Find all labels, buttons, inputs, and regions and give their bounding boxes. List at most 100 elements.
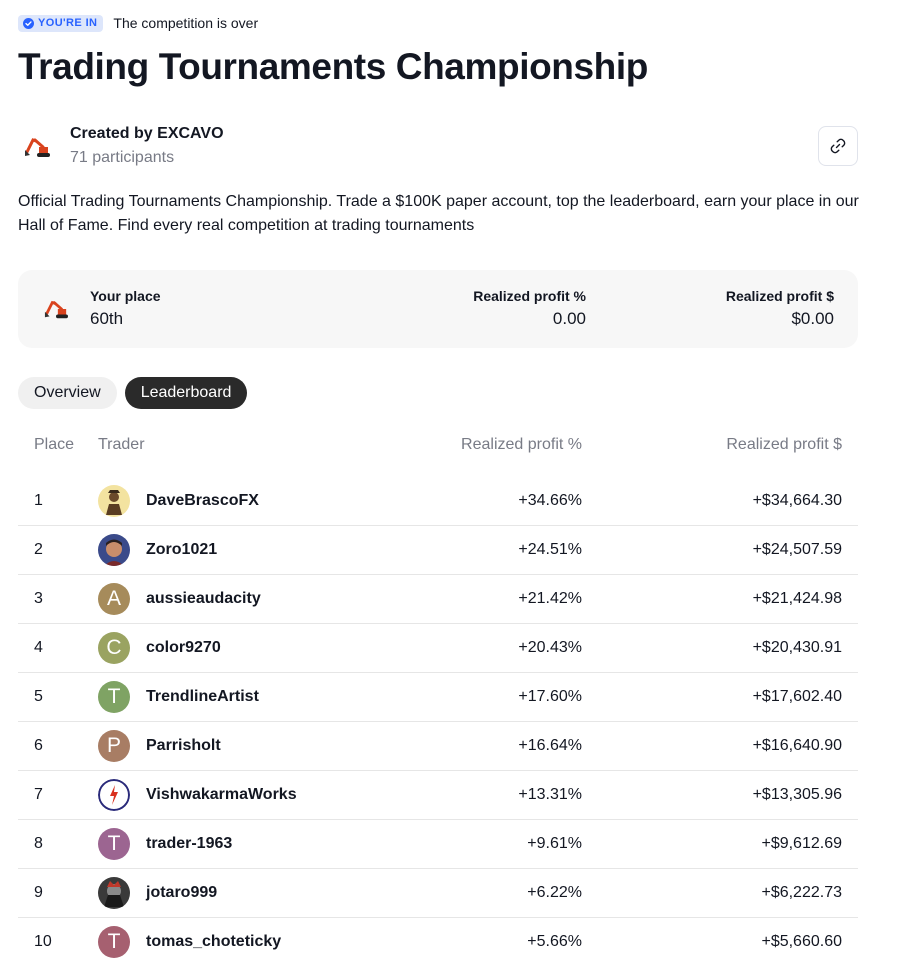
trader-name[interactable]: Zoro1021: [146, 541, 217, 559]
joined-badge: YOU'RE IN: [18, 14, 104, 32]
realized-profit-usd-cell: +$6,222.73: [761, 884, 842, 901]
copy-link-button[interactable]: [818, 126, 858, 166]
your-place-stat: Your place 60th: [90, 287, 161, 330]
place-cell: 3: [34, 590, 43, 607]
creator-name[interactable]: Created by EXCAVO: [70, 124, 224, 144]
place-cell: 10: [34, 933, 52, 950]
realized-profit-pct-cell: +16.64%: [518, 737, 582, 754]
table-body: 1 DaveBrascoFX +34.66% +$34,664.30 2 Zor…: [18, 477, 858, 964]
your-place-label: Your place: [90, 288, 161, 304]
status-row: YOU'RE IN The competition is over: [18, 14, 258, 32]
place-cell: 7: [34, 786, 43, 803]
participants-count: 71 participants: [70, 149, 175, 166]
realized-profit-pct-cell: +34.66%: [518, 492, 582, 509]
table-row[interactable]: 9 jotaro999 +6.22% +$6,222.73: [18, 869, 858, 918]
photo-avatar-icon: [98, 485, 130, 517]
leaderboard-table: Place Trader Realized profit % Realized …: [18, 426, 858, 958]
realized-profit-usd-cell: +$9,612.69: [761, 835, 842, 852]
realized-profit-usd-cell: +$24,507.59: [752, 541, 842, 558]
realized-profit-pct-cell: +13.31%: [518, 786, 582, 803]
table-row[interactable]: 8 T trader-1963 +9.61% +$9,612.69: [18, 820, 858, 869]
realized-profit-pct-cell: +17.60%: [518, 688, 582, 705]
photo-avatar-icon: [98, 534, 130, 566]
table-header: Place Trader Realized profit % Realized …: [18, 426, 858, 466]
realized-profit-pct-cell: +9.61%: [527, 835, 582, 852]
realized-profit-pct-cell: +20.43%: [518, 639, 582, 656]
place-cell: 1: [34, 492, 43, 509]
realized-profit-usd-cell: +$13,305.96: [752, 786, 842, 803]
page-title: Trading Tournaments Championship: [18, 46, 648, 87]
table-row[interactable]: 5 T TrendlineArtist +17.60% +$17,602.40: [18, 673, 858, 722]
place-cell: 9: [34, 884, 43, 901]
table-row[interactable]: 1 DaveBrascoFX +34.66% +$34,664.30: [18, 477, 858, 526]
trader-name[interactable]: TrendlineArtist: [146, 688, 259, 706]
realized-profit-usd-value: $0.00: [791, 309, 834, 328]
excavator-icon: [38, 292, 74, 326]
logo-avatar-icon: [98, 779, 130, 811]
column-header-realized-profit-usd[interactable]: Realized profit $: [726, 436, 842, 454]
realized-profit-usd-cell: +$34,664.30: [752, 492, 842, 509]
column-header-realized-profit-pct[interactable]: Realized profit %: [461, 436, 582, 454]
realized-profit-pct-cell: +6.22%: [527, 884, 582, 901]
avatar: T: [98, 681, 130, 713]
table-row[interactable]: 3 A aussieaudacity +21.42% +$21,424.98: [18, 575, 858, 624]
excavator-icon: [18, 128, 56, 166]
table-row[interactable]: 7 VishwakarmaWorks +13.31% +$13,305.96: [18, 771, 858, 820]
link-icon: [830, 138, 846, 154]
place-cell: 6: [34, 737, 43, 754]
avatar: T: [98, 926, 130, 958]
trader-name[interactable]: color9270: [146, 639, 221, 657]
creator-block: Created by EXCAVO 71 participants: [18, 124, 224, 168]
avatar: T: [98, 828, 130, 860]
trader-name[interactable]: tomas_choteticky: [146, 933, 281, 951]
table-row[interactable]: 2 Zoro1021 +24.51% +$24,507.59: [18, 526, 858, 575]
trader-name[interactable]: VishwakarmaWorks: [146, 786, 297, 804]
realized-profit-usd-cell: +$5,660.60: [761, 933, 842, 950]
avatar-letter: P: [106, 734, 121, 757]
realized-profit-pct-cell: +5.66%: [527, 933, 582, 950]
trader-name[interactable]: Parrisholt: [146, 737, 221, 755]
avatar: C: [98, 632, 130, 664]
place-cell: 8: [34, 835, 43, 852]
realized-profit-pct-cell: +24.51%: [518, 541, 582, 558]
realized-profit-usd-cell: +$17,602.40: [752, 688, 842, 705]
realized-profit-pct-value: 0.00: [552, 309, 586, 328]
realized-profit-usd-cell: +$21,424.98: [752, 590, 842, 607]
tab-leaderboard[interactable]: Leaderboard: [124, 377, 248, 409]
avatar-letter: A: [106, 587, 121, 610]
realized-profit-usd-label: Realized profit $: [725, 288, 834, 304]
table-row[interactable]: 6 P Parrisholt +16.64% +$16,640.90: [18, 722, 858, 771]
competition-status-text: The competition is over: [113, 15, 259, 31]
avatar: A: [98, 583, 130, 615]
badge-label: YOU'RE IN: [38, 17, 98, 29]
realized-profit-usd-cell: +$16,640.90: [752, 737, 842, 754]
place-cell: 2: [34, 541, 43, 558]
realized-profit-pct-label: Realized profit %: [473, 288, 586, 304]
competition-description: Official Trading Tournaments Championshi…: [18, 193, 859, 234]
realized-profit-pct-cell: +21.42%: [518, 590, 582, 607]
tab-bar: Overview Leaderboard: [18, 377, 248, 409]
trader-name[interactable]: trader-1963: [146, 835, 232, 853]
column-header-trader: Trader: [98, 436, 145, 453]
your-stats-card: Your place 60th Realized profit % 0.00 R…: [18, 270, 858, 348]
realized-profit-usd-stat: Realized profit $ $0.00: [726, 287, 834, 330]
avatar-letter: T: [107, 832, 121, 855]
avatar-letter: C: [106, 636, 122, 659]
verified-check-icon: [23, 17, 34, 29]
column-header-place: Place: [34, 436, 75, 453]
place-cell: 5: [34, 688, 43, 705]
tab-overview[interactable]: Overview: [18, 377, 117, 409]
your-place-value: 60th: [90, 309, 124, 328]
table-row[interactable]: 4 C color9270 +20.43% +$20,430.91: [18, 624, 858, 673]
trader-name[interactable]: DaveBrascoFX: [146, 492, 259, 510]
place-cell: 4: [34, 639, 43, 656]
table-row[interactable]: 10 T tomas_choteticky +5.66% +$5,660.60: [18, 918, 858, 964]
trader-name[interactable]: jotaro999: [146, 884, 217, 902]
trader-name[interactable]: aussieaudacity: [146, 590, 261, 608]
realized-profit-usd-cell: +$20,430.91: [752, 639, 842, 656]
realized-profit-pct-stat: Realized profit % 0.00: [473, 287, 586, 330]
avatar: P: [98, 730, 130, 762]
avatar-letter: T: [107, 685, 121, 708]
avatar-letter: T: [107, 930, 121, 953]
photo-avatar-icon: [98, 877, 130, 909]
